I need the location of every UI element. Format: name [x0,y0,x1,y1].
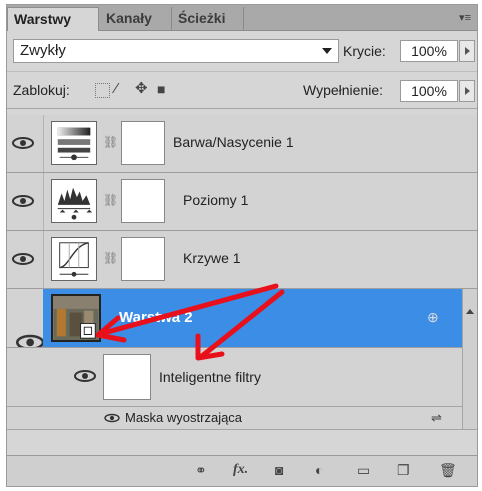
fx-icon[interactable]: fx. [233,462,248,478]
eye-icon[interactable] [9,133,37,153]
scroll-up-arrow-icon[interactable] [466,309,474,314]
link-icon[interactable]: ⛓ [103,135,118,149]
blend-row: Zwykły Krycie: 100% [7,31,477,69]
add-mask-icon[interactable]: ◙ [275,462,283,478]
fill-slider-button[interactable] [459,80,475,102]
fill-input[interactable]: 100% [400,80,458,102]
eye-icon[interactable] [9,191,37,211]
panel-footer: ⚭ fx. ◙ ◐ ▭ ❐ 🗑 [7,455,477,486]
opacity-input[interactable]: 100% [400,40,458,62]
link-icon[interactable]: ⛓ [103,251,118,265]
lock-label: Zablokuj: [13,82,70,98]
chevron-down-icon [322,48,332,54]
layer-row[interactable]: ⛓ Poziomy 1 [7,173,477,231]
separator [43,173,44,230]
opacity-slider-button[interactable] [459,40,475,62]
panel-menu-icon[interactable]: ▾≡ [459,11,471,24]
eye-icon[interactable] [7,289,43,347]
lock-transparency-icon[interactable] [95,83,110,98]
brush-icon[interactable]: ⁄ [115,81,118,97]
layer-row[interactable]: ⛓ Barwa/Nasycenie 1 [7,115,477,173]
trash-icon[interactable]: 🗑 [439,462,457,479]
eye-icon[interactable] [9,249,37,269]
folder-icon[interactable]: ▭ [357,462,370,479]
link-icon[interactable]: ⛓ [103,193,118,207]
separator [43,231,44,288]
separator [43,115,44,172]
panel-tabs: Warstwy Kanały Ścieżki ▾≡ [7,5,477,31]
filter-mask-thumbnail[interactable] [103,354,151,400]
scrollbar[interactable] [462,289,477,429]
filter-item-row[interactable]: Maska wyostrzająca ⇌ [7,407,477,430]
link-layers-icon[interactable]: ⚭ [195,462,207,479]
layer-name: Poziomy 1 [183,192,249,208]
hue-saturation-icon [51,121,97,165]
filter-item-label: Maska wyostrzająca [125,410,243,425]
fill-label: Wypełnienie: [303,82,384,98]
move-icon[interactable]: ✥ [135,81,148,97]
tab-channels[interactable]: Kanały [100,7,172,30]
lock-row: Zablokuj: ⁄ ✥ ■ Wypełnienie: 100% [7,71,477,109]
eye-icon[interactable] [101,411,123,425]
layer-mask-thumbnail[interactable] [121,121,165,165]
tab-paths[interactable]: Ścieżki [172,7,244,30]
tab-layers[interactable]: Warstwy [7,7,99,31]
new-layer-icon[interactable]: ❐ [397,462,410,479]
layer-mask-thumbnail[interactable] [121,179,165,223]
curves-icon [51,237,97,281]
blend-mode-select[interactable]: Zwykły [13,39,339,63]
layer-name: Warstwa 2 [119,309,193,326]
layer-name: Krzywe 1 [183,250,241,266]
smart-filter-options-icon[interactable]: ⊕ [427,309,439,325]
layers-panel: Warstwy Kanały Ścieżki ▾≡ Zwykły Krycie:… [6,4,478,487]
lock-icon[interactable]: ■ [157,81,165,97]
layer-row[interactable]: ⛓ Krzywe 1 [7,231,477,289]
layer-row-selected[interactable]: Warstwa 2 ⊕ [7,289,477,348]
levels-icon [51,179,97,223]
blend-mode-value: Zwykły [20,42,66,59]
smart-filters-label: Inteligentne filtry [159,369,261,385]
blending-options-icon[interactable]: ⇌ [431,410,442,426]
layer-name: Barwa/Nasycenie 1 [173,134,294,150]
smart-object-thumbnail[interactable] [51,294,101,342]
adjustment-layer-icon[interactable]: ◐ [315,462,323,478]
eye-icon[interactable] [71,366,99,386]
layer-mask-thumbnail[interactable] [121,237,165,281]
smart-filters-row[interactable]: Inteligentne filtry [7,348,477,407]
opacity-label: Krycie: [343,43,386,59]
